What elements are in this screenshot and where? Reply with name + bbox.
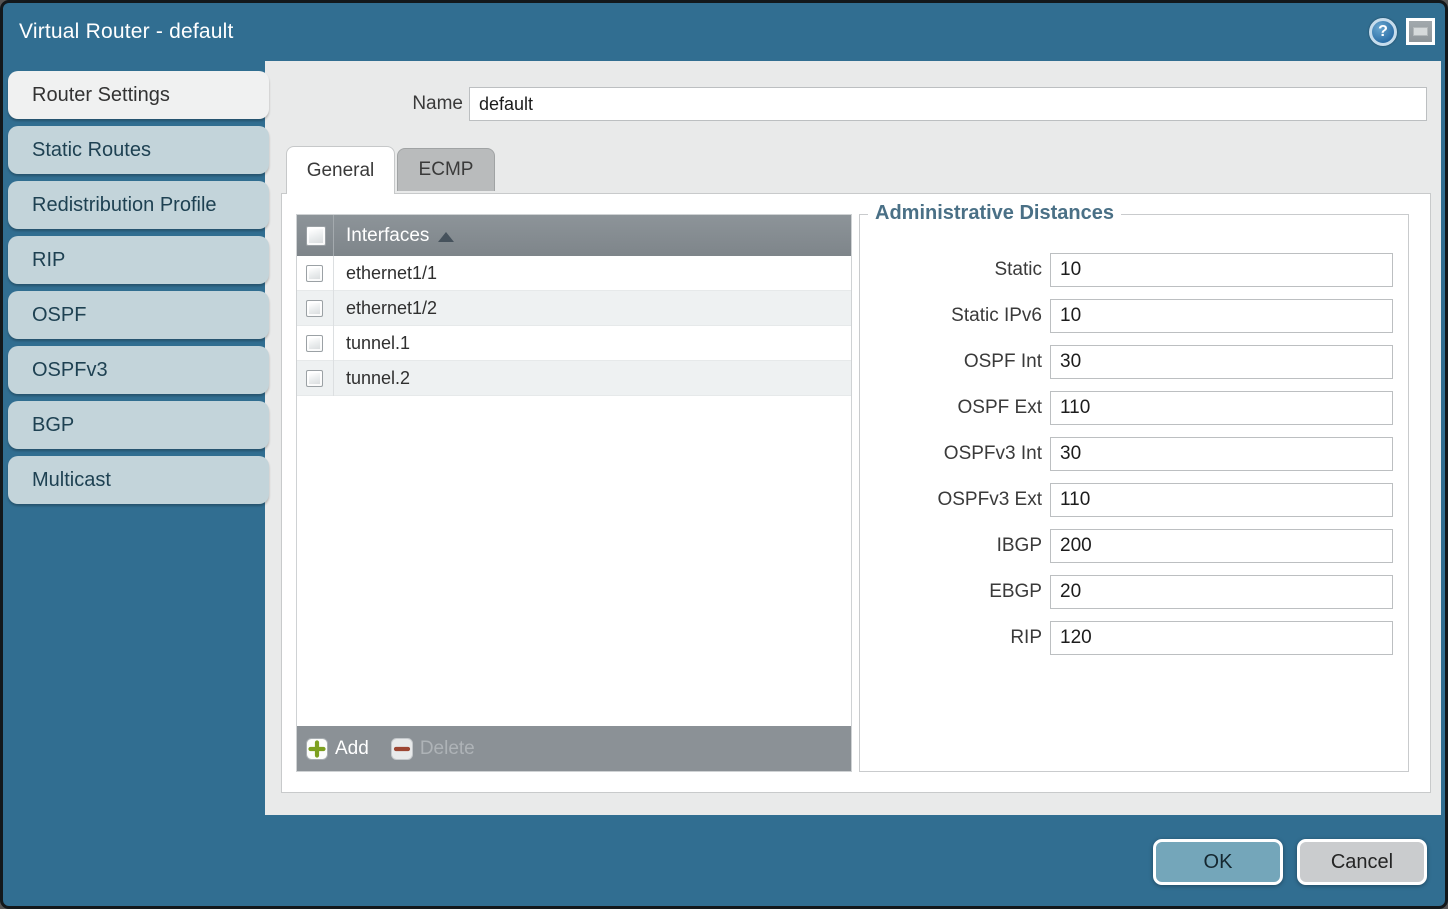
tab-ecmp[interactable]: ECMP <box>397 148 495 191</box>
column-divider <box>333 326 334 361</box>
table-row[interactable]: ethernet1/2 <box>297 291 851 326</box>
field-row-ibgp: IBGP <box>860 529 1408 563</box>
ospf-int-label: OSPF Int <box>860 351 1050 373</box>
field-row-rip: RIP <box>860 621 1408 655</box>
field-row-ebgp: EBGP <box>860 575 1408 609</box>
row-checkbox[interactable] <box>306 335 323 352</box>
sidebar: Router Settings Static Routes Redistribu… <box>8 71 269 511</box>
general-tab-panel: Interfaces ethernet1/1 ethernet1/2 <box>281 193 1431 793</box>
plus-icon <box>306 738 328 760</box>
help-icon[interactable]: ? <box>1369 18 1397 46</box>
sidebar-item-multicast[interactable]: Multicast <box>8 456 269 504</box>
interface-name: tunnel.2 <box>346 368 410 389</box>
ok-button[interactable]: OK <box>1153 839 1283 885</box>
row-checkbox[interactable] <box>306 265 323 282</box>
static-ipv6-input[interactable] <box>1050 299 1393 333</box>
rip-label: RIP <box>860 627 1050 649</box>
ospf-int-input[interactable] <box>1050 345 1393 379</box>
table-row[interactable]: ethernet1/1 <box>297 256 851 291</box>
column-divider <box>333 291 334 326</box>
ospfv3-int-input[interactable] <box>1050 437 1393 471</box>
dialog-title: Virtual Router - default <box>19 3 234 61</box>
field-row-ospf-int: OSPF Int <box>860 345 1408 379</box>
ibgp-input[interactable] <box>1050 529 1393 563</box>
minus-icon <box>391 738 413 760</box>
administrative-distances-legend: Administrative Distances <box>868 202 1121 225</box>
field-row-static: Static <box>860 253 1408 287</box>
ospfv3-ext-input[interactable] <box>1050 483 1393 517</box>
ospf-ext-input[interactable] <box>1050 391 1393 425</box>
interface-name: ethernet1/1 <box>346 263 437 284</box>
ebgp-label: EBGP <box>860 581 1050 603</box>
rip-input[interactable] <box>1050 621 1393 655</box>
window-restore-icon-inner <box>1413 27 1428 36</box>
sidebar-item-ospfv3[interactable]: OSPFv3 <box>8 346 269 394</box>
sidebar-item-ospf[interactable]: OSPF <box>8 291 269 339</box>
ibgp-label: IBGP <box>860 535 1050 557</box>
field-row-ospf-ext: OSPF Ext <box>860 391 1408 425</box>
window-restore-icon[interactable] <box>1406 18 1435 45</box>
sidebar-item-bgp[interactable]: BGP <box>8 401 269 449</box>
add-button[interactable]: Add <box>306 738 369 760</box>
field-row-static-ipv6: Static IPv6 <box>860 299 1408 333</box>
content-area: Name General ECMP Interfaces ethernet1/1 <box>265 61 1441 815</box>
title-bar: Virtual Router - default ? <box>3 3 1445 61</box>
interface-name: tunnel.1 <box>346 333 410 354</box>
field-row-ospfv3-ext: OSPFv3 Ext <box>860 483 1408 517</box>
delete-button-label: Delete <box>420 738 475 760</box>
field-row-ospfv3-int: OSPFv3 Int <box>860 437 1408 471</box>
table-row[interactable]: tunnel.1 <box>297 326 851 361</box>
interface-name: ethernet1/2 <box>346 298 437 319</box>
sidebar-item-static-routes[interactable]: Static Routes <box>8 126 269 174</box>
table-row[interactable]: tunnel.2 <box>297 361 851 396</box>
column-divider <box>333 256 334 291</box>
select-all-checkbox[interactable] <box>306 226 326 246</box>
name-label: Name <box>355 87 463 120</box>
interfaces-table-body: ethernet1/1 ethernet1/2 tunnel.1 <box>297 256 851 726</box>
sidebar-item-redistribution-profile[interactable]: Redistribution Profile <box>8 181 269 229</box>
column-divider <box>333 215 334 256</box>
row-checkbox[interactable] <box>306 300 323 317</box>
table-toolbar: Add Delete <box>297 726 851 771</box>
static-label: Static <box>860 259 1050 281</box>
sidebar-item-rip[interactable]: RIP <box>8 236 269 284</box>
tab-general[interactable]: General <box>286 146 395 194</box>
delete-button[interactable]: Delete <box>391 738 475 760</box>
row-checkbox[interactable] <box>306 370 323 387</box>
ospf-ext-label: OSPF Ext <box>860 397 1050 419</box>
administrative-distances-fields: Static Static IPv6 OSPF Int OSPF Ext <box>860 215 1408 655</box>
interfaces-header-label: Interfaces <box>346 225 429 247</box>
interfaces-table: Interfaces ethernet1/1 ethernet1/2 <box>296 214 852 772</box>
ebgp-input[interactable] <box>1050 575 1393 609</box>
interfaces-column-header[interactable]: Interfaces <box>297 215 851 256</box>
sidebar-item-router-settings[interactable]: Router Settings <box>8 71 269 119</box>
name-input[interactable] <box>469 87 1427 121</box>
static-input[interactable] <box>1050 253 1393 287</box>
ospfv3-ext-label: OSPFv3 Ext <box>860 489 1050 511</box>
add-button-label: Add <box>335 738 369 760</box>
sort-asc-icon <box>438 232 454 242</box>
static-ipv6-label: Static IPv6 <box>860 305 1050 327</box>
administrative-distances-group: Administrative Distances Static Static I… <box>859 214 1409 772</box>
virtual-router-dialog: Virtual Router - default ? Router Settin… <box>0 0 1448 909</box>
ospfv3-int-label: OSPFv3 Int <box>860 443 1050 465</box>
column-divider <box>333 361 334 396</box>
cancel-button[interactable]: Cancel <box>1297 839 1427 885</box>
